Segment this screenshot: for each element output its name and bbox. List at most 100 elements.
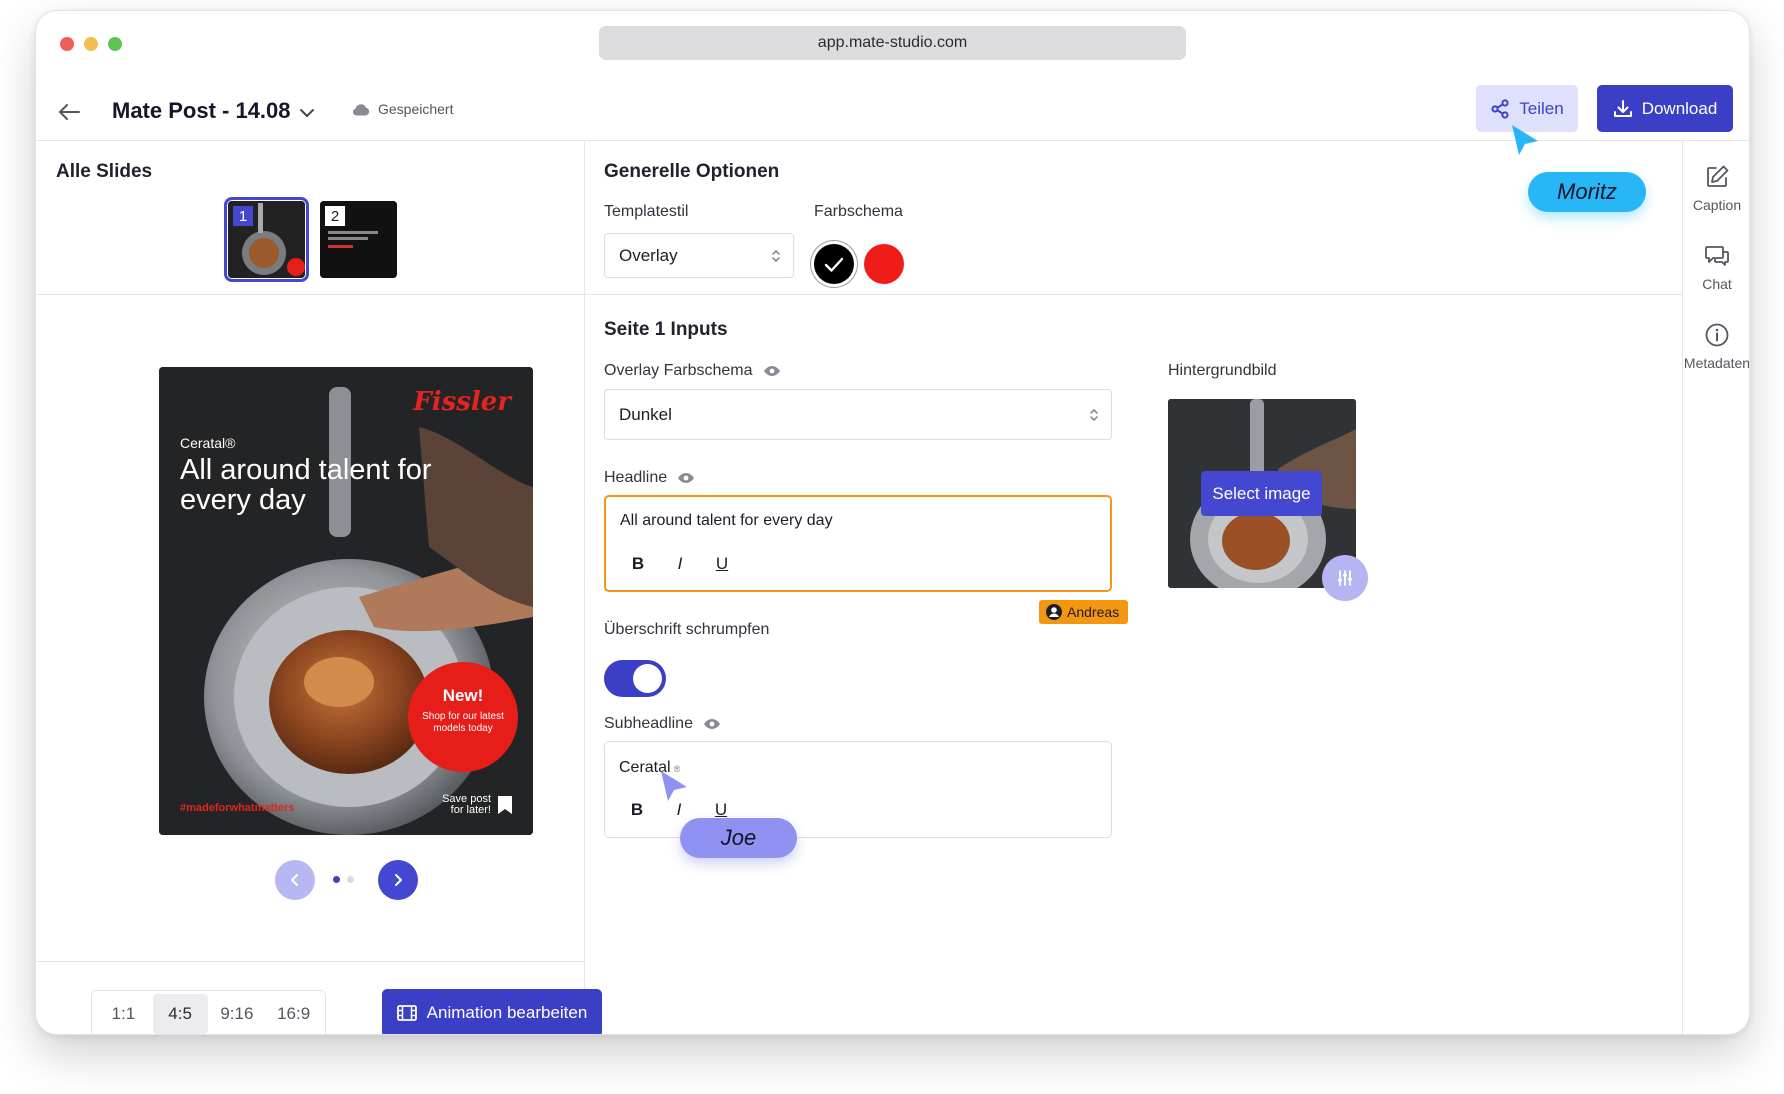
bold-button[interactable]: B: [628, 554, 648, 574]
eye-icon[interactable]: [677, 472, 695, 484]
chevron-down-icon: [300, 109, 314, 117]
color-swatch-black[interactable]: [814, 244, 854, 284]
shrink-headline-toggle[interactable]: [604, 660, 666, 697]
slide-number-badge: 1: [233, 206, 253, 226]
color-scheme-label: Farbschema: [814, 203, 903, 221]
bookmark-icon: [498, 796, 512, 814]
edit-animation-label: Animation bearbeiten: [426, 1003, 588, 1022]
post-headline: All around talent for every day: [180, 454, 432, 516]
aspect-ratio-selector: 1:1 4:5 9:16 16:9: [91, 990, 326, 1034]
back-button[interactable]: [54, 97, 84, 127]
headline-label-text: Headline: [604, 469, 668, 486]
title-dropdown-button[interactable]: [295, 101, 319, 125]
brand-logo: Fissler: [413, 387, 511, 417]
badge-title: New!: [442, 686, 484, 705]
collaborator-tag-andreas: Andreas: [1039, 600, 1129, 624]
template-style-label-text: Templatestil: [604, 203, 689, 220]
save-post-text: Save post for later!: [442, 793, 491, 816]
download-button[interactable]: Download: [1597, 85, 1733, 132]
address-text: app.mate-studio.com: [817, 34, 968, 51]
document-title[interactable]: Mate Post - 14.08: [112, 98, 291, 124]
template-style-value: Overlay: [619, 245, 678, 265]
options-divider: [585, 294, 1682, 295]
save-status: Gespeichert: [352, 101, 453, 117]
moritz-cursor-icon: [1512, 125, 1538, 155]
general-options-title: Generelle Optionen: [604, 161, 780, 182]
save-status-text: Gespeichert: [378, 101, 454, 117]
download-label: Download: [1641, 98, 1718, 118]
background-image-label: Hintergrundbild: [1168, 362, 1277, 380]
ratio-16-9[interactable]: 16:9: [266, 994, 321, 1034]
overlay-color-label-text: Overlay Farbschema: [604, 362, 753, 379]
share-label: Teilen: [1519, 98, 1564, 118]
save-post-cta: Save post for later!: [439, 794, 513, 816]
collaborator-moritz-name: Moritz: [1557, 179, 1617, 204]
new-badge: New! Shop for our latest models today: [408, 662, 518, 772]
image-adjust-button[interactable]: [1322, 555, 1368, 601]
select-image-button[interactable]: Select image: [1201, 471, 1322, 516]
subheadline-label-text: Subheadline: [604, 715, 693, 732]
checkmark-icon: [824, 257, 844, 272]
post-preview: Fissler Ceratal® All around talent for e…: [159, 367, 533, 835]
bold-button[interactable]: B: [627, 800, 647, 820]
film-icon: [396, 1005, 417, 1021]
overlay-color-label: Overlay Farbschema: [604, 362, 781, 380]
color-scheme-label-text: Farbschema: [814, 203, 903, 220]
slide-number-badge: 2: [325, 206, 345, 226]
close-window-button[interactable]: [60, 37, 74, 51]
ratio-4-5[interactable]: 4:5: [152, 994, 208, 1034]
template-style-select[interactable]: Overlay: [604, 233, 794, 278]
ratio-9-16[interactable]: 9:16: [210, 994, 265, 1034]
template-style-label: Templatestil: [604, 203, 688, 221]
ratio-1-1[interactable]: 1:1: [96, 994, 151, 1034]
slide-thumbnail-2[interactable]: 2: [320, 201, 397, 278]
left-panel-divider: [584, 141, 585, 1034]
italic-button[interactable]: I: [670, 554, 690, 574]
eye-icon[interactable]: [703, 718, 721, 730]
post-subheadline: Ceratal®: [180, 435, 236, 451]
headline-editor[interactable]: All around talent for every day B I U: [604, 495, 1112, 592]
chevron-right-icon: [395, 874, 402, 886]
arrow-left-icon: [59, 104, 80, 120]
footer-divider: [36, 961, 584, 962]
rail-metadata[interactable]: Metadaten: [1683, 322, 1750, 371]
overlay-color-select[interactable]: Dunkel: [604, 389, 1112, 440]
collaborator-joe: Joe: [680, 818, 797, 858]
next-slide-button[interactable]: [378, 860, 418, 900]
chevron-left-icon: [291, 874, 298, 886]
eye-icon[interactable]: [763, 365, 781, 377]
collaborator-moritz: Moritz: [1528, 172, 1646, 212]
maximize-window-button[interactable]: [108, 37, 122, 51]
slides-divider: [36, 294, 584, 295]
background-image-label-text: Hintergrundbild: [1168, 362, 1277, 379]
collaborator-name: Andreas: [1067, 604, 1120, 620]
page-inputs-title: Seite 1 Inputs: [604, 319, 728, 340]
underline-button[interactable]: U: [712, 554, 732, 574]
slide-indicator-dot[interactable]: [347, 876, 354, 883]
italic-button[interactable]: I: [669, 800, 689, 820]
select-image-label: Select image: [1212, 483, 1311, 503]
slide-thumbnail-1[interactable]: 1: [224, 197, 309, 282]
rail-caption-label: Caption: [1692, 197, 1742, 213]
minimize-window-button[interactable]: [84, 37, 98, 51]
edit-icon: [1707, 165, 1729, 187]
previous-slide-button[interactable]: [275, 860, 315, 900]
sliders-icon: [1338, 570, 1352, 586]
rail-caption[interactable]: Caption: [1683, 164, 1749, 213]
rail-chat[interactable]: Chat: [1683, 243, 1749, 292]
post-hashtag: #madeforwhatmatters: [180, 802, 295, 814]
headline-label: Headline: [604, 469, 695, 487]
rail-metadata-label: Metadaten: [1683, 355, 1750, 371]
color-swatch-red[interactable]: [864, 244, 904, 284]
address-bar[interactable]: app.mate-studio.com: [599, 26, 1186, 60]
share-icon: [1491, 98, 1509, 119]
headline-text[interactable]: All around talent for every day: [620, 512, 833, 530]
collaborator-joe-name: Joe: [720, 825, 757, 850]
download-icon: [1613, 99, 1632, 117]
underline-button[interactable]: U: [711, 800, 731, 820]
slides-title: Alle Slides: [56, 161, 153, 182]
chat-icon: [1705, 246, 1729, 266]
edit-animation-button[interactable]: Animation bearbeiten: [382, 989, 602, 1034]
joe-cursor-icon: [661, 771, 687, 801]
slide-indicator-dot[interactable]: [333, 876, 340, 883]
